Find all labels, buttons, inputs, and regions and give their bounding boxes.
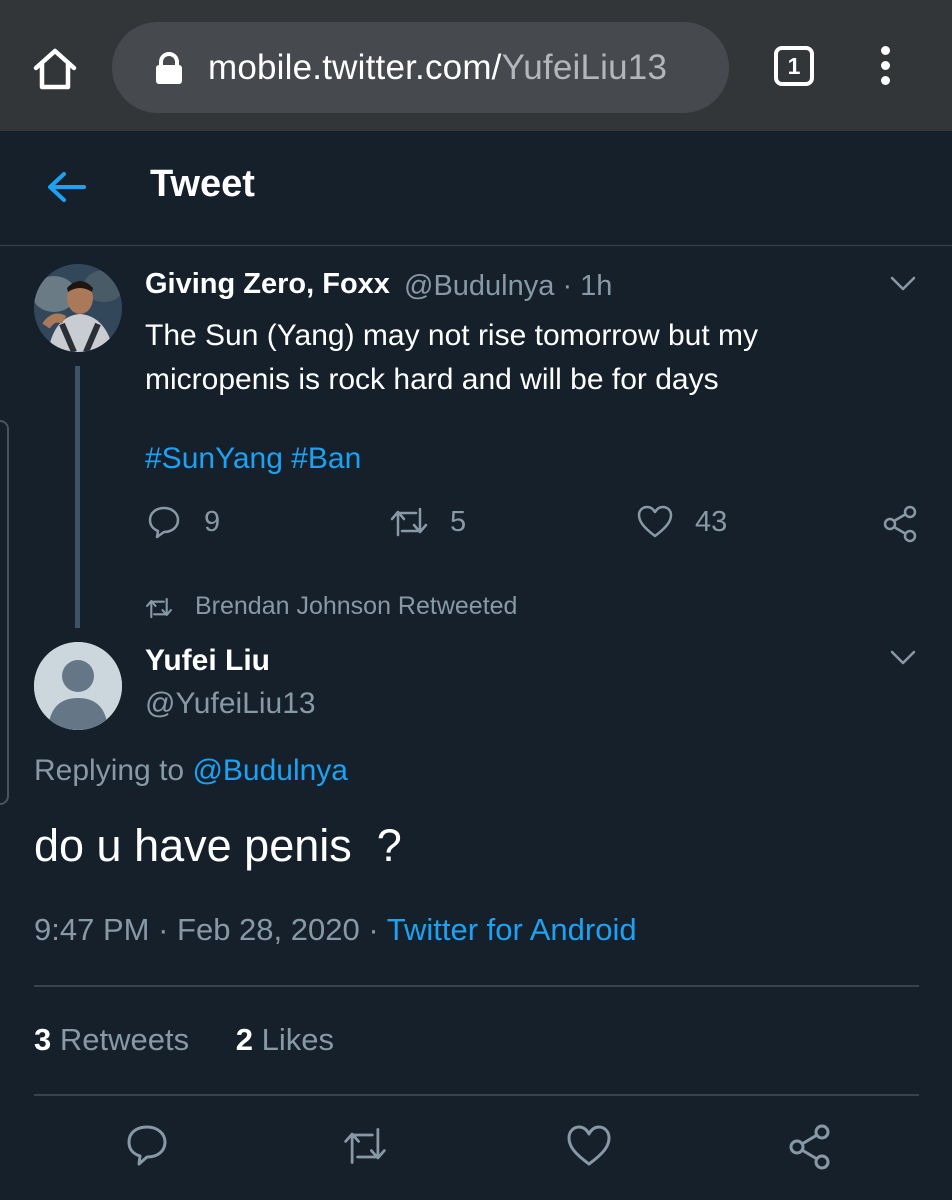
lock-icon [156, 52, 182, 84]
retweet-context-text[interactable]: Brendan Johnson Retweeted [195, 592, 517, 621]
tweet-time[interactable]: 1h [580, 270, 612, 302]
address-bar[interactable]: mobile.twitter.com/YufeiLiu13 [112, 22, 729, 113]
more-options-icon[interactable] [874, 46, 896, 90]
reply-icon[interactable] [124, 1122, 170, 1170]
page-title: Tweet [150, 163, 255, 205]
tweet-date: Feb 28, 2020 [177, 912, 360, 947]
chevron-down-icon[interactable] [890, 276, 916, 292]
tweet-meta: 9:47 PM · Feb 28, 2020 · Twitter for And… [34, 912, 637, 948]
url-text: mobile.twitter.com/YufeiLiu13 [208, 48, 667, 88]
tweet-text: do u have penis ? [34, 820, 402, 871]
header-divider [0, 245, 952, 246]
meta-separator: · [158, 912, 169, 947]
retweets-stat[interactable]: 3 Retweets [34, 1022, 189, 1057]
like-count: 43 [695, 506, 728, 538]
hashtags-link[interactable]: #SunYang #Ban [145, 442, 361, 476]
likes-label: Likes [261, 1022, 334, 1057]
tweet-source-link[interactable]: Twitter for Android [387, 912, 637, 947]
reply-count: 9 [204, 506, 221, 538]
thread-connector [75, 366, 80, 628]
likes-count: 2 [235, 1022, 253, 1057]
default-avatar-icon [34, 642, 122, 730]
reply-button[interactable]: 9 [147, 503, 237, 543]
retweet-button[interactable]: 5 [389, 503, 479, 543]
scroll-edge-handle[interactable] [0, 420, 9, 805]
retweet-small-icon [146, 597, 172, 619]
author-name[interactable]: Giving Zero, Foxx [145, 268, 390, 301]
tweet-text: The Sun (Yang) may not rise tomorrow but… [145, 319, 759, 396]
reply-icon [148, 506, 180, 539]
divider [34, 1094, 919, 1096]
heart-icon[interactable] [566, 1122, 612, 1170]
retweet-icon [390, 507, 428, 537]
meta-separator: · [562, 270, 573, 302]
likes-stat[interactable]: 2 Likes [236, 1022, 334, 1057]
back-arrow-icon[interactable] [46, 170, 86, 204]
retweet-icon[interactable] [342, 1122, 388, 1170]
chevron-down-icon[interactable] [890, 650, 916, 666]
replying-label: Replying to [34, 754, 185, 787]
divider [34, 985, 919, 987]
like-button[interactable]: 43 [637, 503, 737, 543]
replying-to: Replying to @Budulnya [34, 754, 348, 788]
browser-toolbar: mobile.twitter.com/YufeiLiu13 1 [0, 0, 952, 131]
author-handle[interactable]: @YufeiLiu13 [145, 687, 316, 721]
tab-switcher-button[interactable]: 1 [774, 46, 814, 86]
author-name[interactable]: Yufei Liu [145, 644, 270, 678]
share-icon[interactable] [787, 1122, 833, 1170]
url-host: mobile.twitter.com/ [208, 48, 502, 87]
url-path: YufeiLiu13 [501, 48, 668, 87]
author-handle[interactable]: @Budulnya [404, 270, 554, 302]
meta-separator: · [368, 912, 379, 947]
replying-to-link[interactable]: @Budulnya [192, 754, 348, 787]
retweet-count: 5 [450, 506, 467, 538]
heart-icon [637, 505, 673, 538]
home-icon[interactable] [32, 46, 78, 92]
profile-photo-icon [34, 264, 122, 352]
share-icon[interactable] [882, 505, 918, 543]
avatar[interactable] [34, 642, 122, 730]
engagement-stats: 3 Retweets 2 Likes [34, 1022, 334, 1058]
tweet-time: 9:47 PM [34, 912, 150, 947]
retweets-count: 3 [34, 1022, 52, 1057]
retweets-label: Retweets [59, 1022, 190, 1057]
avatar[interactable] [34, 264, 122, 352]
author-meta: @Budulnya · 1h [404, 270, 612, 303]
